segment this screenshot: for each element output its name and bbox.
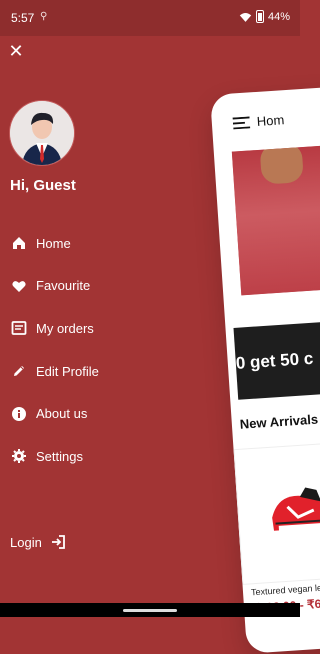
hamburger-icon[interactable] xyxy=(232,116,251,130)
status-right: 44% xyxy=(239,10,290,23)
menu-item-edit-profile[interactable]: Edit Profile xyxy=(10,350,180,393)
heart-icon xyxy=(10,277,28,295)
menu-item-favourite[interactable]: Favourite xyxy=(10,265,180,308)
edit-icon xyxy=(10,362,28,380)
new-arrivals-heading: New Arrivals xyxy=(239,411,319,432)
menu-label-settings: Settings xyxy=(36,448,83,464)
person-icon xyxy=(10,101,74,165)
login-button[interactable]: Login xyxy=(10,534,66,550)
login-label: Login xyxy=(10,534,42,550)
info-icon xyxy=(10,405,28,423)
menu-label-edit-profile: Edit Profile xyxy=(36,363,99,379)
menu-label-orders: My orders xyxy=(36,320,94,336)
home-handle[interactable] xyxy=(123,609,177,612)
shoe-image xyxy=(272,487,320,531)
hero-banner-image[interactable] xyxy=(231,140,320,296)
navigation-bar xyxy=(0,603,300,617)
promo-banner[interactable]: 0 get 50 c xyxy=(233,316,320,400)
status-bar: 5:57 ⚲ 44% xyxy=(0,0,300,36)
menu-item-settings[interactable]: Settings xyxy=(10,435,180,478)
model-face xyxy=(259,142,304,185)
settings-icon xyxy=(10,447,28,465)
menu-label-about: About us xyxy=(36,406,88,422)
battery-icon xyxy=(255,10,264,23)
menu-item-orders[interactable]: My orders xyxy=(10,307,180,350)
menu-item-about[interactable]: About us xyxy=(10,392,180,435)
promo-text: 0 get 50 c xyxy=(235,348,314,373)
greeting: Hi, Guest xyxy=(10,177,76,194)
preview-title: Hom xyxy=(256,112,285,129)
login-icon xyxy=(51,535,65,549)
status-time: 5:57 xyxy=(11,11,35,25)
menu-label-favourite: Favourite xyxy=(36,278,91,294)
menu-item-home[interactable]: Home xyxy=(10,222,180,265)
battery-level: 44% xyxy=(267,10,290,23)
home-icon xyxy=(10,234,28,252)
menu-label-home: Home xyxy=(36,235,71,251)
app-preview-panel[interactable]: Hom 0 get 50 c New Arrivals Textured veg… xyxy=(210,83,320,654)
drawer-menu: Home Favourite My orders Edit Profile Ab… xyxy=(10,222,180,478)
product-name: Textured vegan leather xyxy=(250,581,320,598)
orders-icon xyxy=(10,319,28,337)
notification-icon: ⚲ xyxy=(40,11,48,22)
close-icon[interactable]: ✕ xyxy=(7,42,25,60)
wifi-icon xyxy=(239,12,252,22)
avatar xyxy=(9,100,75,166)
